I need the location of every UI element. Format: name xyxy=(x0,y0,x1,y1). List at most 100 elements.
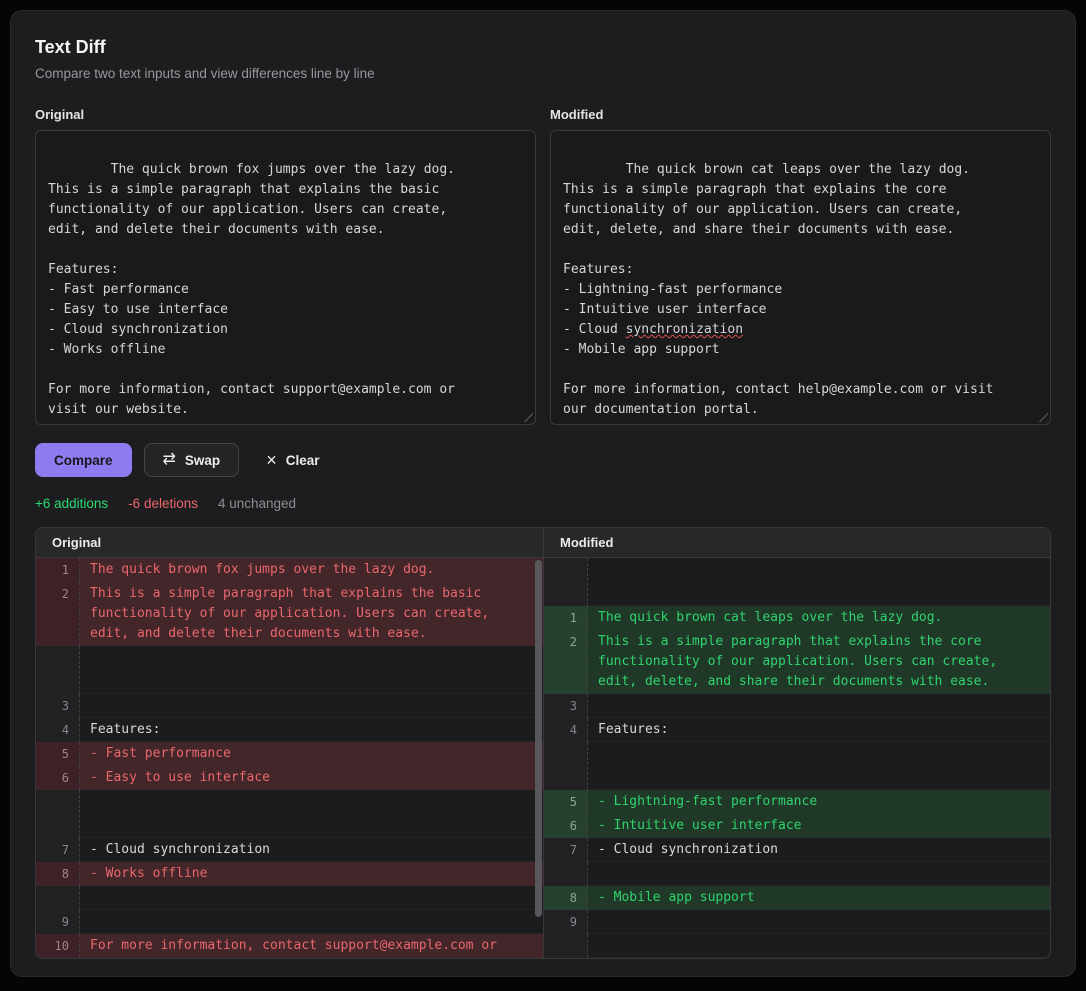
text-segment: - Mobile app support For more informatio… xyxy=(563,342,1001,417)
input-labels-row: Original Modified xyxy=(35,107,1051,130)
clear-button-label: Clear xyxy=(286,453,320,468)
diff-row-context: 3 xyxy=(36,694,543,718)
modified-label: Modified xyxy=(550,107,1051,122)
diff-row-added: 2This is a simple paragraph that explain… xyxy=(544,630,1050,694)
resize-handle-icon[interactable] xyxy=(522,411,533,422)
line-number: 2 xyxy=(544,630,588,694)
diff-line-text: The quick brown cat leaps over the lazy … xyxy=(588,606,1050,630)
diff-header-original: Original xyxy=(36,528,543,557)
line-number: 1 xyxy=(36,558,80,582)
diff-line-text: - Cloud synchronization xyxy=(588,838,1050,862)
line-number: 3 xyxy=(544,694,588,718)
diff-line-text: This is a simple paragraph that explains… xyxy=(80,582,543,646)
diff-row-context: 7- Cloud synchronization xyxy=(544,838,1050,862)
line-number: 5 xyxy=(36,742,80,766)
line-number xyxy=(544,558,588,606)
line-number: 6 xyxy=(544,814,588,838)
diff-header: Original Modified xyxy=(36,528,1050,558)
diff-line-text xyxy=(588,558,1050,606)
textareas-row: The quick brown fox jumps over the lazy … xyxy=(35,130,1051,425)
line-number xyxy=(544,934,588,958)
line-number: 5 xyxy=(544,790,588,814)
diff-line-text: The quick brown fox jumps over the lazy … xyxy=(80,558,543,582)
diff-line-text: Features: xyxy=(588,718,1050,742)
diff-line-text xyxy=(588,742,1050,790)
line-number: 3 xyxy=(36,694,80,718)
swap-icon: ⇄ xyxy=(163,452,176,468)
line-number xyxy=(544,862,588,886)
original-textarea[interactable]: The quick brown fox jumps over the lazy … xyxy=(35,130,536,425)
diff-stats: +6 additions -6 deletions 4 unchanged xyxy=(35,496,1051,511)
line-number: 1 xyxy=(544,606,588,630)
compare-button-label: Compare xyxy=(54,453,113,468)
diff-line-text xyxy=(80,694,543,718)
diff-line-text: - Lightning-fast performance xyxy=(588,790,1050,814)
page-subtitle: Compare two text inputs and view differe… xyxy=(35,65,1051,83)
text-diff-card: Text Diff Compare two text inputs and vi… xyxy=(10,10,1076,977)
diff-spacer-row xyxy=(36,646,543,694)
diff-line-text xyxy=(80,886,543,910)
diff-row-added: 5- Lightning-fast performance xyxy=(544,790,1050,814)
clear-button[interactable]: × Clear xyxy=(251,443,334,477)
diff-line-text: Features: xyxy=(80,718,543,742)
diff-spacer-row xyxy=(544,742,1050,790)
toolbar: Compare ⇄ Swap × Clear xyxy=(35,443,1051,477)
diff-header-modified: Modified xyxy=(543,528,1050,557)
line-number: 4 xyxy=(544,718,588,742)
additions-count: +6 additions xyxy=(35,496,108,511)
text-segment: The quick brown fox jumps over the lazy … xyxy=(48,162,463,417)
diff-row-added: 1The quick brown cat leaps over the lazy… xyxy=(544,606,1050,630)
line-number: 7 xyxy=(544,838,588,862)
diff-row-context: 4Features: xyxy=(36,718,543,742)
diff-viewer: Original Modified 1The quick brown fox j… xyxy=(35,527,1051,959)
diff-line-text: - Cloud synchronization xyxy=(80,838,543,862)
diff-row-removed: 8- Works offline xyxy=(36,862,543,886)
deletions-count: -6 deletions xyxy=(128,496,198,511)
line-number: 9 xyxy=(36,910,80,934)
line-number: 6 xyxy=(36,766,80,790)
diff-line-text: - Works offline xyxy=(80,862,543,886)
diff-panel-original[interactable]: 1The quick brown fox jumps over the lazy… xyxy=(36,558,543,958)
diff-line-text: - Mobile app support xyxy=(588,886,1050,910)
diff-line-text xyxy=(80,646,543,694)
diff-line-text xyxy=(588,934,1050,958)
modified-textarea[interactable]: The quick brown cat leaps over the lazy … xyxy=(550,130,1051,425)
diff-row-added: 6- Intuitive user interface xyxy=(544,814,1050,838)
diff-line-text: For more information, contact support@ex… xyxy=(80,934,543,958)
resize-handle-icon[interactable] xyxy=(1037,411,1048,422)
swap-button[interactable]: ⇄ Swap xyxy=(144,443,240,477)
scrollbar-thumb[interactable] xyxy=(535,560,542,917)
line-number: 10 xyxy=(36,934,80,958)
line-number xyxy=(36,646,80,694)
line-number: 7 xyxy=(36,838,80,862)
diff-line-text xyxy=(80,910,543,934)
diff-row-context: 4Features: xyxy=(544,718,1050,742)
line-number: 9 xyxy=(544,910,588,934)
diff-row-removed: 2This is a simple paragraph that explain… xyxy=(36,582,543,646)
close-icon: × xyxy=(266,451,277,469)
diff-row-removed: 5- Fast performance xyxy=(36,742,543,766)
diff-row-context: 3 xyxy=(544,694,1050,718)
original-label: Original xyxy=(35,107,536,122)
page-title: Text Diff xyxy=(35,35,1051,59)
diff-spacer-row xyxy=(36,886,543,910)
diff-row-removed: 6- Easy to use interface xyxy=(36,766,543,790)
misspelled-word: synchronization xyxy=(626,322,743,337)
compare-button[interactable]: Compare xyxy=(35,443,132,477)
diff-line-text: - Fast performance xyxy=(80,742,543,766)
diff-line-text: - Intuitive user interface xyxy=(588,814,1050,838)
line-number: 8 xyxy=(544,886,588,910)
line-number xyxy=(544,742,588,790)
line-number: 2 xyxy=(36,582,80,646)
line-number xyxy=(36,790,80,838)
line-number xyxy=(36,886,80,910)
diff-line-text xyxy=(588,694,1050,718)
diff-spacer-row xyxy=(544,558,1050,606)
diff-row-context: 9 xyxy=(36,910,543,934)
diff-spacer-row xyxy=(36,790,543,838)
diff-panel-modified[interactable]: 1The quick brown cat leaps over the lazy… xyxy=(543,558,1050,958)
diff-line-text xyxy=(588,910,1050,934)
diff-line-text: This is a simple paragraph that explains… xyxy=(588,630,1050,694)
page-background: Text Diff Compare two text inputs and vi… xyxy=(0,0,1086,991)
diff-line-text xyxy=(588,862,1050,886)
